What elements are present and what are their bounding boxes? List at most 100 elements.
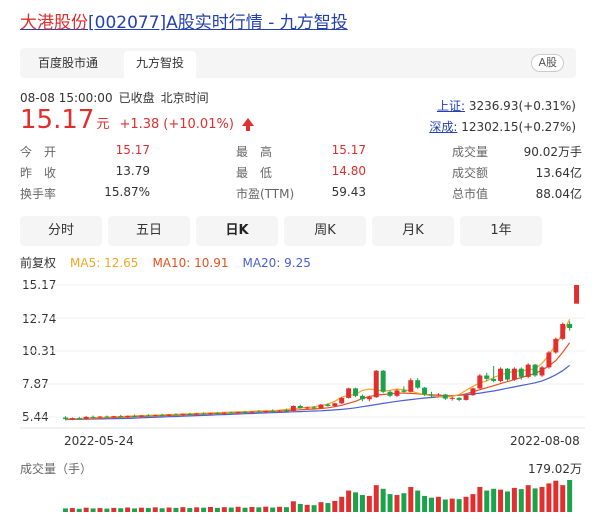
candle-body [145, 415, 151, 417]
volume-bar [69, 508, 75, 512]
candle-body [366, 397, 372, 400]
volume-bar [429, 497, 434, 512]
volume-bar [498, 489, 504, 512]
candle-body [76, 418, 82, 420]
candle-body [90, 416, 96, 418]
volume-bar [159, 508, 165, 512]
candle-body [491, 378, 497, 381]
candle-body [180, 414, 186, 416]
candle-body [380, 370, 386, 392]
volume-bar [173, 507, 179, 512]
volume-bar [525, 485, 531, 512]
volume-bar [90, 508, 96, 512]
volume-bar [104, 508, 110, 512]
volume-bar [415, 490, 421, 512]
candle-body [429, 394, 434, 396]
candle-body [118, 416, 124, 418]
candle-body [304, 407, 310, 409]
candle-body [463, 395, 469, 400]
volume-bar [311, 505, 317, 512]
volume-bar [201, 507, 207, 512]
volume-bar [152, 507, 158, 512]
kline-chart[interactable] [0, 0, 610, 520]
candle-body [97, 416, 103, 418]
volume-bar [270, 507, 276, 512]
volume-bar [132, 508, 138, 512]
volume-bar [435, 496, 441, 512]
volume-bar [463, 496, 469, 512]
volume-bar [180, 507, 186, 512]
candle-body [518, 368, 524, 377]
volume-bar [111, 507, 117, 512]
volume-bar [408, 486, 414, 512]
candles [62, 285, 580, 421]
candle-body [435, 394, 441, 396]
candle-body [415, 380, 421, 388]
candle-body [125, 415, 131, 417]
candle-body [332, 403, 338, 407]
volume-bar [145, 508, 151, 512]
candle-body [318, 404, 324, 409]
candle-body [359, 395, 365, 400]
volume-bar [504, 491, 510, 512]
volume-bar [83, 507, 89, 512]
candle-body [574, 285, 580, 304]
candle-body [311, 407, 317, 409]
volume-bar [567, 480, 573, 512]
candle-body [346, 388, 352, 398]
volume-bar [332, 500, 338, 512]
candle-body [152, 415, 158, 417]
candle-body [159, 415, 165, 417]
volume-bar [560, 485, 566, 512]
volume-bar [470, 494, 476, 512]
volume-bar [249, 506, 255, 512]
candle-body [221, 412, 227, 414]
candle-body [339, 397, 345, 404]
candle-body [567, 323, 573, 329]
volume-bar [373, 485, 379, 512]
candle-body [477, 375, 483, 389]
candle-body [539, 367, 545, 376]
candle-body [297, 406, 303, 409]
candle-body [353, 388, 359, 396]
volume-bar [339, 496, 345, 512]
volume-bar [539, 486, 545, 512]
volume-bar [477, 486, 483, 512]
volume-bar [97, 508, 103, 512]
candle-body [270, 411, 276, 413]
candle-body [263, 411, 269, 413]
volume-bar [401, 493, 407, 512]
volume-bar [394, 495, 400, 512]
candle-body [290, 406, 296, 412]
candle-body [560, 323, 566, 339]
candle-body [470, 388, 476, 396]
volume-bar [277, 506, 283, 512]
candle-body [283, 410, 289, 412]
candle-body [442, 394, 448, 399]
candle-body [69, 418, 75, 420]
candle-body [242, 412, 248, 414]
volume-bar [194, 507, 200, 512]
candle-body [456, 397, 462, 400]
candle-body [187, 414, 193, 416]
volume-bar [325, 503, 331, 512]
candle-body [449, 397, 455, 399]
candle-body [387, 391, 393, 396]
candle-body [532, 364, 538, 376]
candle-body [511, 368, 517, 380]
volume-bar [318, 502, 324, 512]
candle-body [256, 411, 262, 413]
candle-body [504, 368, 510, 380]
candle-body [104, 416, 110, 418]
volume-bar [228, 507, 234, 512]
volume-bar [242, 507, 248, 512]
candle-body [484, 375, 490, 379]
volume-bar [456, 499, 462, 512]
candle-body [408, 380, 414, 392]
volume-bar [125, 507, 131, 512]
volume-bar [235, 506, 241, 512]
volume-bar [62, 508, 68, 512]
candle-body [228, 412, 234, 414]
candle-body [422, 387, 428, 395]
volume-bar [518, 489, 524, 512]
